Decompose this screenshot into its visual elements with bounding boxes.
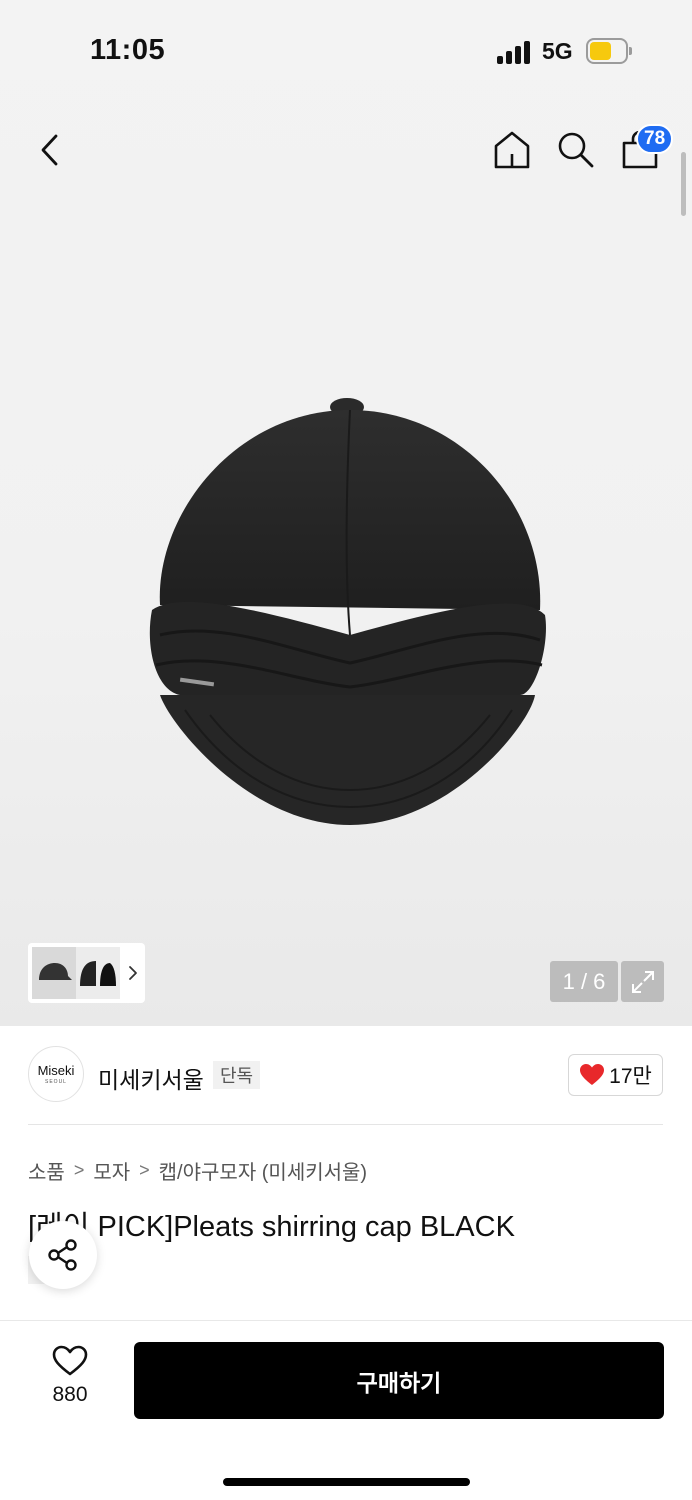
exclusive-tag: 단독 <box>213 1061 261 1089</box>
home-button[interactable] <box>490 128 534 172</box>
product-gallery[interactable]: 11:05 5G 78 1 / 6 <box>0 0 692 1026</box>
wishlist-button[interactable]: 880 <box>28 1345 112 1415</box>
share-button[interactable] <box>29 1221 97 1289</box>
scroll-indicator <box>681 152 686 216</box>
expand-button[interactable] <box>621 961 664 1002</box>
search-button[interactable] <box>555 128 597 172</box>
wishlist-count: 880 <box>52 1383 88 1406</box>
brand-logo[interactable]: Miseki SEOUL <box>28 1046 84 1102</box>
chevron-left-icon <box>41 134 58 166</box>
product-image-cap[interactable] <box>140 395 560 835</box>
share-icon <box>48 1239 77 1271</box>
thumbnail-2[interactable] <box>76 947 120 999</box>
brand-like-count: 17만 <box>609 1065 652 1088</box>
back-button[interactable] <box>30 128 70 172</box>
cap-thumbnail-icon <box>39 963 72 980</box>
search-icon <box>558 132 594 168</box>
cart-count-badge: 78 <box>636 124 674 154</box>
chevron-right-icon: > <box>73 1160 85 1180</box>
heart-outline-icon <box>52 1345 88 1376</box>
brand-logo-subtext: SEOUL <box>45 1079 67 1085</box>
nav-bar <box>0 110 692 190</box>
thumbnail-strip[interactable] <box>28 943 145 1003</box>
chevron-right-icon[interactable] <box>127 961 139 985</box>
brand-like-button[interactable]: 17만 <box>568 1054 663 1096</box>
status-bar: 11:05 5G <box>0 0 692 100</box>
brand-name[interactable]: 미세키서울 <box>98 1061 204 1095</box>
expand-icon <box>631 970 654 993</box>
divider <box>28 1124 663 1125</box>
breadcrumb-item[interactable]: 캡/야구모자 (미세키서울) <box>159 1156 367 1185</box>
cap-thumbnail-icon <box>80 961 116 986</box>
breadcrumb-item[interactable]: 모자 <box>93 1156 130 1185</box>
network-label: 5G <box>542 38 573 64</box>
home-icon <box>494 131 530 169</box>
image-counter: 1 / 6 <box>550 961 618 1002</box>
battery-icon <box>586 38 632 64</box>
brand-logo-text: Miseki <box>37 1063 75 1078</box>
product-title: [레이 PICK]Pleats shirring cap BLACK <box>28 1211 515 1243</box>
brand-row: Miseki SEOUL 미세키서울 단독 17만 <box>0 1026 692 1126</box>
status-time: 11:05 <box>90 34 166 66</box>
bottom-action-bar: 880 구매하기 <box>0 1320 692 1500</box>
buy-button[interactable]: 구매하기 <box>134 1342 664 1419</box>
chevron-right-icon: > <box>139 1160 150 1180</box>
home-indicator <box>223 1478 470 1486</box>
thumbnail-1[interactable] <box>32 947 76 999</box>
breadcrumb-item[interactable]: 소품 <box>28 1156 65 1185</box>
heart-filled-icon <box>580 1064 605 1085</box>
signal-icon <box>497 40 533 64</box>
breadcrumb: 소품 > 모자 > 캡/야구모자 (미세키서울) <box>28 1156 367 1185</box>
